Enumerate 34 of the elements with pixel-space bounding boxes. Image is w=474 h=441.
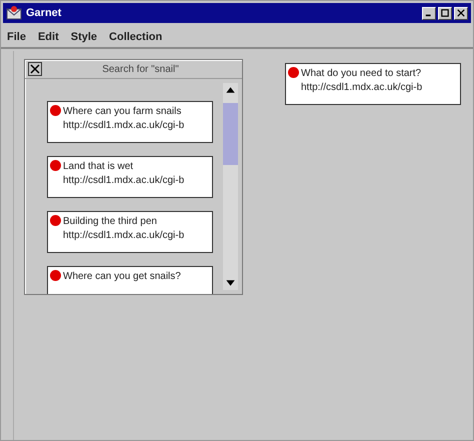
result-card[interactable]: Where can you farm snails http://csdl1.mdx.ac.uk/cgi-b xyxy=(47,101,213,143)
menu-item[interactable]: Edit xyxy=(38,31,59,43)
status-dot xyxy=(288,67,299,78)
close-icon xyxy=(30,64,40,74)
menu-item[interactable]: Style xyxy=(70,31,98,43)
result-title: Building the third pen xyxy=(63,215,158,228)
result-url: http://csdl1.mdx.ac.uk/cgi-b xyxy=(63,119,186,132)
result-card[interactable]: Where can you get snails? xyxy=(47,266,213,294)
scroll-thumb[interactable] xyxy=(223,103,238,165)
result-card[interactable]: Land that is wet http://csdl1.mdx.ac.uk/cgi-b xyxy=(47,156,213,198)
note-card[interactable]: What do you need to start? http://csdl1.mdx.ac.uk/cgi-b xyxy=(285,63,461,105)
note-title: What do you need to start? xyxy=(301,67,422,80)
result-title: Where can you farm snails xyxy=(63,105,182,118)
result-title: Land that is wet xyxy=(63,160,134,173)
scrollbar[interactable] xyxy=(223,83,238,290)
result-card[interactable]: Building the third pen http://csdl1.mdx.ac.uk/cgi-b xyxy=(47,211,213,253)
menu-item[interactable]: File xyxy=(7,31,26,43)
minimize-button[interactable] xyxy=(422,6,436,20)
maximize-button[interactable] xyxy=(438,6,452,20)
result-title: Where can you get snails? xyxy=(63,270,182,283)
note-url: http://csdl1.mdx.ac.uk/cgi-b xyxy=(301,81,424,94)
panel-title: Search for "snail" xyxy=(101,64,180,74)
status-dot xyxy=(50,105,61,116)
window-title: Garnet xyxy=(26,7,62,19)
close-icon xyxy=(457,9,465,17)
status-dot xyxy=(50,215,61,226)
close-button[interactable] xyxy=(28,62,42,76)
envelope-icon xyxy=(6,5,22,21)
menu-item[interactable]: Collection xyxy=(109,31,162,43)
result-url: http://csdl1.mdx.ac.uk/cgi-b xyxy=(63,229,186,242)
status-dot xyxy=(50,270,61,281)
result-url: http://csdl1.mdx.ac.uk/cgi-b xyxy=(63,174,186,187)
status-dot xyxy=(50,160,61,171)
maximize-icon xyxy=(441,9,449,17)
